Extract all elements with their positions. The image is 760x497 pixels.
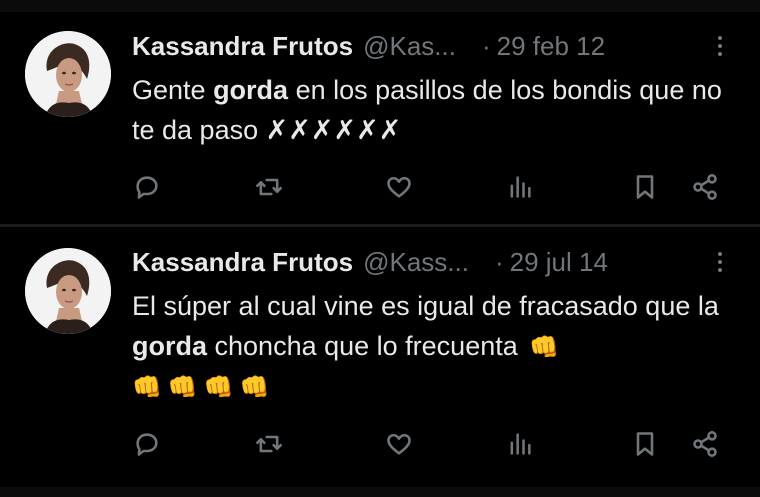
- author-handle[interactable]: @Kass...: [363, 247, 469, 278]
- author-handle[interactable]: @Kas...: [363, 31, 456, 62]
- like-icon: [387, 176, 411, 198]
- avatar[interactable]: [25, 248, 111, 334]
- separator-dot: ·: [494, 246, 504, 277]
- like-icon: [387, 433, 411, 455]
- avatar[interactable]: [25, 31, 111, 117]
- fist-emoji-row: 👊👊👊👊: [132, 374, 276, 401]
- views-button[interactable]: [505, 427, 535, 461]
- tweet-header: Kassandra Frutos @Kass... · 29 jul 14: [132, 245, 740, 279]
- share-icon: [693, 174, 717, 200]
- retweet-button[interactable]: [254, 170, 284, 204]
- text-segment: Gente: [132, 75, 214, 105]
- fist-emoji: 👊: [529, 333, 560, 361]
- bookmark-button[interactable]: [630, 170, 660, 204]
- text-segment: choncha que lo frecuenta: [207, 331, 518, 361]
- author-name[interactable]: Kassandra Frutos: [132, 31, 353, 62]
- tweet-text: El súper al cual vine es igual de fracas…: [132, 286, 740, 408]
- like-button[interactable]: [384, 427, 414, 461]
- views-icon: [510, 433, 531, 455]
- tweet-date[interactable]: 29 jul 14: [510, 247, 608, 278]
- like-button[interactable]: [384, 170, 414, 204]
- author-name[interactable]: Kassandra Frutos: [132, 247, 353, 278]
- retweet-icon: [256, 435, 282, 453]
- retweet-icon: [256, 178, 282, 196]
- text-bold: gorda: [132, 331, 208, 361]
- share-button[interactable]: [690, 427, 720, 461]
- reply-icon: [136, 176, 158, 199]
- tweet-date[interactable]: 29 feb 12: [497, 31, 605, 62]
- tweet-text: Gente gorda en los pasillos de los bondi…: [132, 70, 740, 150]
- more-icon[interactable]: [716, 33, 724, 59]
- bookmark-icon: [636, 175, 654, 199]
- retweet-button[interactable]: [254, 427, 284, 461]
- share-button[interactable]: [690, 170, 720, 204]
- tweet[interactable]: Kassandra Frutos @Kass... · 29 jul 14 El…: [0, 227, 760, 487]
- bookmark-icon: [636, 432, 654, 456]
- share-icon: [693, 431, 717, 457]
- tweet[interactable]: Kassandra Frutos @Kas... · 29 feb 12 Gen…: [0, 12, 760, 224]
- action-bar: [132, 170, 732, 204]
- action-bar: [132, 427, 732, 461]
- text-bold: gorda: [213, 75, 289, 105]
- reply-button[interactable]: [132, 427, 162, 461]
- separator-dot: ·: [481, 30, 491, 61]
- bookmark-button[interactable]: [630, 427, 660, 461]
- tweet-header: Kassandra Frutos @Kas... · 29 feb 12: [132, 29, 740, 63]
- more-icon[interactable]: [716, 249, 724, 275]
- text-segment: El súper al cual vine es igual de fracas…: [132, 291, 719, 321]
- views-icon: [510, 176, 531, 198]
- views-button[interactable]: [505, 170, 535, 204]
- bottom-divider: [0, 487, 760, 497]
- reply-button[interactable]: [132, 170, 162, 204]
- reply-icon: [136, 433, 158, 456]
- top-divider: [0, 0, 760, 12]
